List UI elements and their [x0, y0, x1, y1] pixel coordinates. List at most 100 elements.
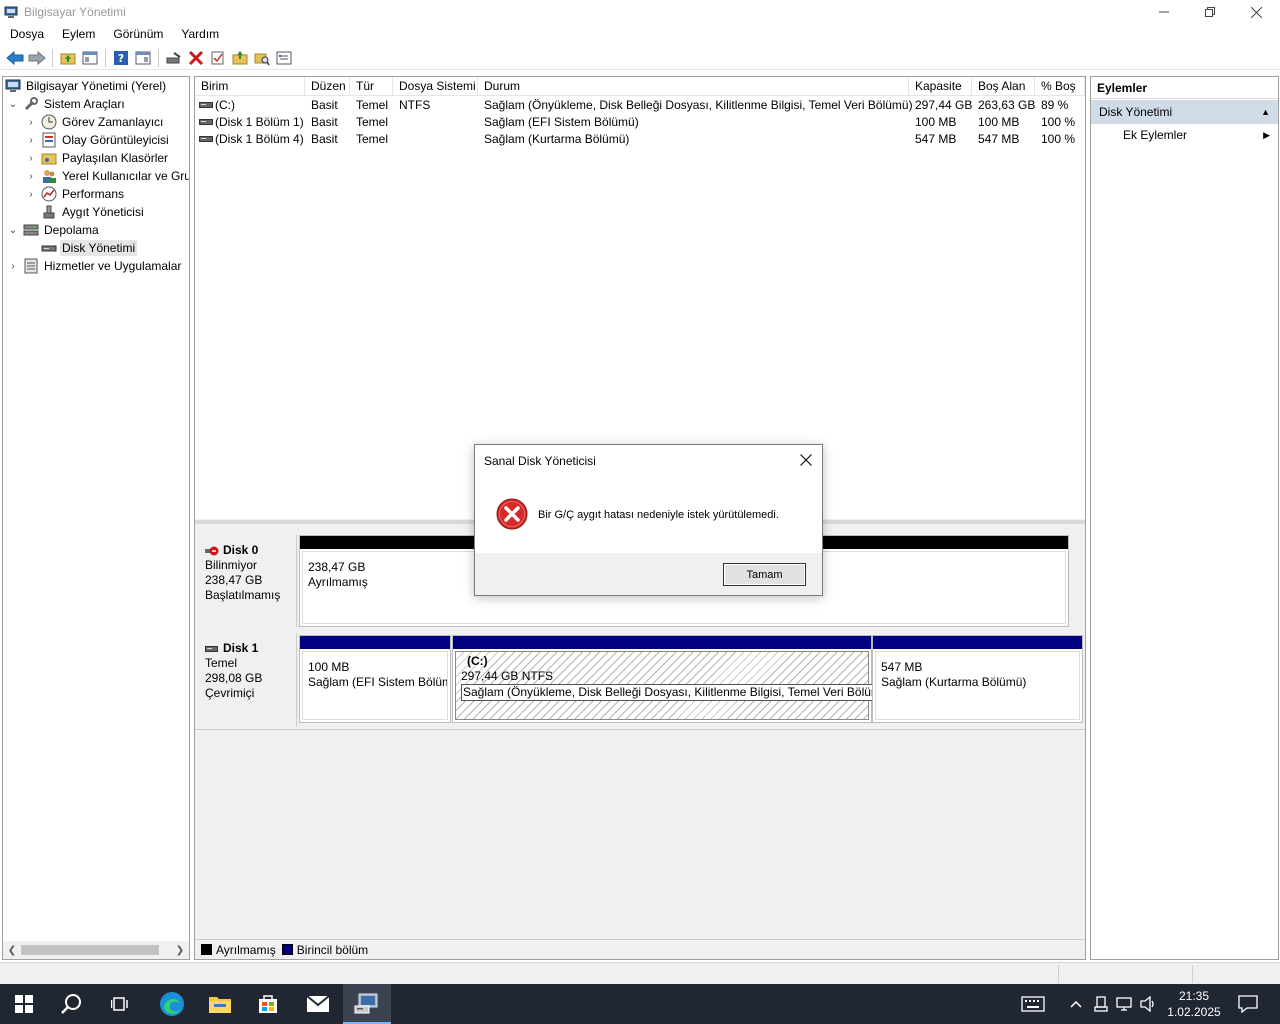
- column-header-type[interactable]: Tür: [350, 77, 393, 96]
- open-folder-button[interactable]: [229, 47, 251, 69]
- menu-file[interactable]: Dosya: [0, 27, 52, 41]
- c-drive-partition[interactable]: (C:) 297,44 GB NTFS Sağlam (Önyükleme, D…: [452, 635, 894, 723]
- column-header-free[interactable]: Boş Alan: [972, 77, 1035, 96]
- minimize-button[interactable]: [1141, 0, 1187, 24]
- partition-body: (C:) 297,44 GB NTFS Sağlam (Önyükleme, D…: [455, 651, 894, 720]
- tree-item-system-tools[interactable]: ⌄ Sistem Araçları: [7, 95, 127, 113]
- show-hidden-icons-button[interactable]: [1066, 984, 1086, 1024]
- actions-section-disk-management[interactable]: Disk Yönetimi ▲: [1091, 100, 1278, 124]
- connect-disk-icon: [166, 51, 181, 63]
- column-header-capacity[interactable]: Kapasite: [909, 77, 972, 96]
- show-hide-tree-icon: [82, 51, 98, 64]
- caret-right-icon: ▶: [1263, 130, 1270, 140]
- tree-item-event-viewer[interactable]: › Olay Görüntüleyicisi: [25, 131, 171, 149]
- recovery-partition[interactable]: 547 MB Sağlam (Kurtarma Bölümü): [872, 635, 1083, 723]
- properties-button[interactable]: [273, 47, 295, 69]
- dialog-close-button[interactable]: [796, 450, 816, 470]
- scrollbar-thumb[interactable]: [21, 945, 159, 955]
- edge-button[interactable]: [148, 984, 196, 1024]
- tree-item-services[interactable]: › Hizmetler ve Uygulamalar: [7, 257, 183, 275]
- search-button[interactable]: [48, 984, 96, 1024]
- close-button[interactable]: [1233, 0, 1279, 24]
- check-button[interactable]: [207, 47, 229, 69]
- check-icon: [211, 51, 224, 64]
- cell-percent-free: 100 %: [1041, 132, 1076, 146]
- restore-button[interactable]: [1187, 0, 1233, 24]
- table-row[interactable]: (C:) Basit Temel NTFS Sağlam (Önyükleme,…: [195, 97, 1085, 114]
- cell-type: Temel: [356, 98, 389, 112]
- task-view-button[interactable]: [96, 984, 144, 1024]
- connect-disk-button[interactable]: [163, 47, 185, 69]
- usb-device-icon: [1094, 996, 1108, 1012]
- partition-body: 100 MB Sağlam (EFI Sistem Bölüm: [302, 651, 448, 720]
- file-explorer-button[interactable]: [196, 984, 244, 1024]
- start-button[interactable]: [0, 984, 48, 1024]
- actions-more-actions[interactable]: Ek Eylemler ▶: [1091, 124, 1278, 146]
- store-button[interactable]: [244, 984, 292, 1024]
- tree-item-task-scheduler[interactable]: › Görev Zamanlayıcı: [25, 113, 165, 131]
- tree-item-storage[interactable]: ⌄ Depolama: [7, 221, 101, 239]
- efi-partition[interactable]: 100 MB Sağlam (EFI Sistem Bölüm: [299, 635, 451, 723]
- taskbar: 21:35 1.02.2025: [0, 984, 1280, 1024]
- chevron-right-icon[interactable]: ›: [25, 170, 37, 182]
- table-row[interactable]: (Disk 1 Bölüm 1) Basit Temel Sağlam (EFI…: [195, 114, 1085, 131]
- show-hide-tree-button[interactable]: [79, 47, 101, 69]
- cell-free: 547 MB: [978, 132, 1020, 146]
- disk-0-label[interactable]: Disk 0 Bilinmiyor 238,47 GB Başlatılmamı…: [197, 535, 297, 627]
- search-folder-button[interactable]: [251, 47, 273, 69]
- column-header-percent-free[interactable]: % Boş: [1035, 77, 1085, 96]
- file-explorer-icon: [209, 997, 231, 1013]
- caret-up-icon[interactable]: ▲: [1261, 100, 1270, 124]
- primary-partition-bar: [453, 636, 871, 649]
- chevron-right-icon[interactable]: ›: [7, 260, 19, 272]
- properties-pane-button[interactable]: [132, 47, 154, 69]
- keyboard-layout-button[interactable]: [1016, 984, 1050, 1024]
- actions-pane: Eylemler Disk Yönetimi ▲ Ek Eylemler ▶: [1090, 76, 1279, 960]
- status-bar: [0, 962, 1280, 984]
- help-button[interactable]: ?: [110, 47, 132, 69]
- tree-horizontal-scrollbar[interactable]: ❮ ❯: [3, 941, 189, 959]
- chevron-right-icon[interactable]: ›: [25, 188, 37, 200]
- tree-item-shared-folders[interactable]: › Paylaşılan Klasörler: [25, 149, 170, 167]
- table-row[interactable]: (Disk 1 Bölüm 4) Basit Temel Sağlam (Kur…: [195, 131, 1085, 148]
- forward-button[interactable]: [26, 47, 48, 69]
- chevron-right-icon[interactable]: ❯: [172, 942, 188, 958]
- up-folder-button[interactable]: [57, 47, 79, 69]
- tree-item-performance[interactable]: › Performans: [25, 185, 126, 203]
- column-header-filesystem[interactable]: Dosya Sistemi: [393, 77, 478, 96]
- computer-management-taskbar-button[interactable]: [343, 984, 391, 1024]
- tree-item-disk-management[interactable]: Disk Yönetimi: [41, 239, 138, 257]
- clock-icon: [41, 114, 57, 130]
- tree-item-device-manager[interactable]: Aygıt Yöneticisi: [41, 203, 146, 221]
- tree-item-local-users[interactable]: › Yerel Kullanıcılar ve Gru: [25, 167, 189, 185]
- chevron-down-icon[interactable]: ⌄: [7, 98, 19, 110]
- tree-item-root[interactable]: Bilgisayar Yönetimi (Yerel): [5, 77, 168, 95]
- column-header-status[interactable]: Durum: [478, 77, 909, 96]
- menu-help[interactable]: Yardım: [171, 27, 227, 41]
- disk-1-label[interactable]: Disk 1 Temel 298,08 GB Çevrimiçi: [197, 633, 297, 727]
- mail-button[interactable]: [294, 984, 342, 1024]
- volume-button[interactable]: [1138, 984, 1160, 1024]
- network-button[interactable]: [1114, 984, 1136, 1024]
- delete-button[interactable]: [185, 47, 207, 69]
- menu-action[interactable]: Eylem: [52, 27, 103, 41]
- column-header-layout[interactable]: Düzen: [305, 77, 350, 96]
- disk-0-size: 238,47 GB: [205, 573, 263, 587]
- column-header-volume[interactable]: Birim: [195, 77, 305, 96]
- status-segment: [1192, 965, 1193, 983]
- chevron-left-icon[interactable]: ❮: [4, 942, 20, 958]
- action-center-button[interactable]: [1232, 984, 1264, 1024]
- cell-layout: Basit: [311, 132, 338, 146]
- ok-button[interactable]: Tamam: [723, 563, 806, 586]
- toolbar-separator: [158, 48, 159, 67]
- back-button[interactable]: [4, 47, 26, 69]
- chevron-down-icon[interactable]: ⌄: [7, 224, 19, 236]
- chevron-right-icon[interactable]: ›: [25, 152, 37, 164]
- menu-view[interactable]: Görünüm: [103, 27, 171, 41]
- chevron-right-icon[interactable]: ›: [25, 116, 37, 128]
- help-icon: ?: [114, 50, 128, 65]
- chevron-right-icon[interactable]: ›: [25, 134, 37, 146]
- usb-device-button[interactable]: [1090, 984, 1112, 1024]
- actions-section-label: Disk Yönetimi: [1099, 105, 1173, 119]
- taskbar-clock[interactable]: 21:35 1.02.2025: [1158, 988, 1230, 1022]
